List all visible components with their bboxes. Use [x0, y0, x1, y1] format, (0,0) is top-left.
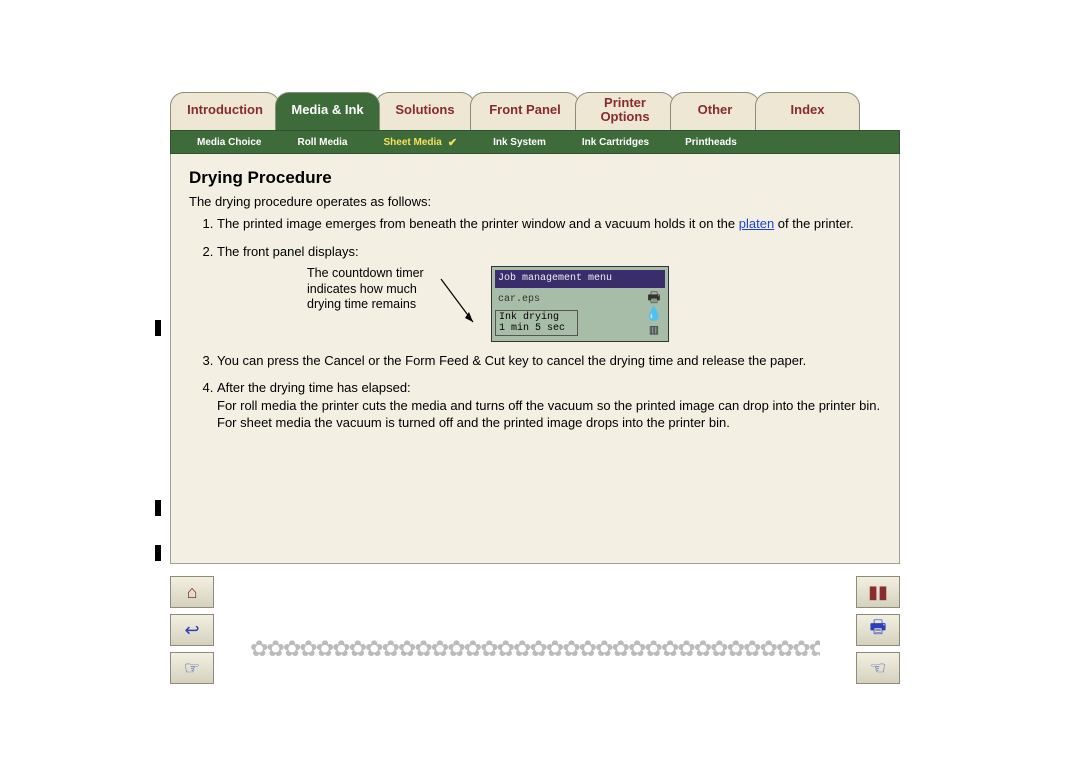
step-text: The printed image emerges from beneath t… — [217, 216, 739, 231]
subtab-roll-media[interactable]: Roll Media — [297, 137, 347, 148]
subtab-sheet-media[interactable]: Sheet Media ✔ — [383, 136, 457, 149]
printer-icon: 🖶 — [647, 292, 660, 306]
tab-front-panel[interactable]: Front Panel — [470, 92, 580, 130]
step-4: After the drying time has elapsed: For r… — [217, 379, 881, 432]
subtab-bar: Media Choice Roll Media Sheet Media ✔ In… — [170, 130, 900, 154]
spiral-binding: ✿✿✿✿✿✿✿✿✿✿✿✿✿✿✿✿✿✿✿✿✿✿✿✿✿✿✿✿✿✿✿✿✿✿✿✿✿✿✿✿… — [250, 636, 820, 658]
prev-icon: ☜ — [870, 658, 886, 679]
subtab-printheads[interactable]: Printheads — [685, 137, 737, 148]
step-text: For roll media the printer cuts the medi… — [217, 398, 880, 413]
lcd-icon-strip: 🖶 💧 ▥ — [643, 292, 665, 338]
tab-label: Options — [600, 109, 649, 124]
exit-button[interactable]: ▮▮ — [856, 576, 900, 608]
tab-other[interactable]: Other — [670, 92, 760, 130]
page-perforation — [155, 545, 161, 561]
subtab-media-choice[interactable]: Media Choice — [197, 137, 261, 148]
subtab-label: Sheet Media — [383, 137, 441, 148]
page-perforation — [155, 320, 161, 336]
home-icon: ⌂ — [187, 582, 198, 603]
step-text: You can press the Cancel or the Form Fee… — [217, 353, 806, 368]
step-text: For sheet media the vacuum is turned off… — [217, 415, 730, 430]
step-text: of the printer. — [774, 216, 854, 231]
tab-media-ink[interactable]: Media & Ink — [275, 92, 380, 130]
lcd-title: Job management menu — [495, 270, 665, 288]
print-button[interactable]: 🖶 — [856, 614, 900, 646]
home-button[interactable]: ⌂ — [170, 576, 214, 608]
arrow-icon — [439, 274, 479, 334]
page-perforation — [155, 500, 161, 516]
lcd-filename: car.eps — [495, 292, 643, 308]
page-title: Drying Procedure — [189, 168, 881, 188]
prev-button[interactable]: ☜ — [856, 652, 900, 684]
bottom-nav: ⌂ ↩ ☞ ▮▮ 🖶 ☜ ✿✿✿✿✿✿✿✿✿✿✿✿✿✿✿✿✿✿✿✿✿✿✿✿✿✿✿… — [170, 576, 900, 676]
lcd-line: 1 min 5 sec — [499, 323, 574, 334]
main-tab-row: Introduction Media & Ink Solutions Front… — [170, 90, 900, 130]
droplet-icon: 💧 — [645, 308, 662, 322]
lcd-status: Ink drying 1 min 5 sec — [495, 310, 578, 336]
exit-icon: ▮▮ — [868, 582, 888, 603]
next-icon: ☞ — [184, 658, 200, 679]
tab-introduction[interactable]: Introduction — [170, 92, 280, 130]
platen-link[interactable]: platen — [739, 216, 774, 231]
step-2: The front panel displays: The countdown … — [217, 243, 881, 342]
back-icon: ↩ — [184, 620, 199, 641]
cartridge-icon: ▥ — [650, 324, 658, 338]
step-text: After the drying time has elapsed: — [217, 380, 411, 395]
document-stage: Introduction Media & Ink Solutions Front… — [170, 90, 900, 676]
step-1: The printed image emerges from beneath t… — [217, 215, 881, 233]
step-text: The front panel displays: — [217, 244, 359, 259]
tab-printer-options[interactable]: Printer Options — [575, 92, 675, 130]
lcd-diagram: The countdown timer indicates how much d… — [217, 266, 881, 342]
subtab-ink-cartridges[interactable]: Ink Cartridges — [582, 137, 649, 148]
tab-index[interactable]: Index — [755, 92, 860, 130]
checkmark-icon: ✔ — [448, 136, 457, 149]
content-panel: Drying Procedure The drying procedure op… — [170, 154, 900, 564]
subtab-ink-system[interactable]: Ink System — [493, 137, 546, 148]
nav-left-column: ⌂ ↩ ☞ — [170, 576, 214, 684]
back-button[interactable]: ↩ — [170, 614, 214, 646]
tab-label: Printer — [604, 95, 646, 110]
print-icon: 🖶 — [870, 615, 887, 645]
intro-text: The drying procedure operates as follows… — [189, 194, 881, 209]
lcd-line: Ink drying — [499, 312, 574, 323]
lcd-screen: Job management menu car.eps Ink drying 1… — [491, 266, 669, 342]
nav-right-column: ▮▮ 🖶 ☜ — [856, 576, 900, 684]
callout-text: The countdown timer indicates how much d… — [307, 266, 427, 313]
next-button[interactable]: ☞ — [170, 652, 214, 684]
step-3: You can press the Cancel or the Form Fee… — [217, 352, 881, 370]
procedure-list: The printed image emerges from beneath t… — [189, 215, 881, 432]
tab-solutions[interactable]: Solutions — [375, 92, 475, 130]
